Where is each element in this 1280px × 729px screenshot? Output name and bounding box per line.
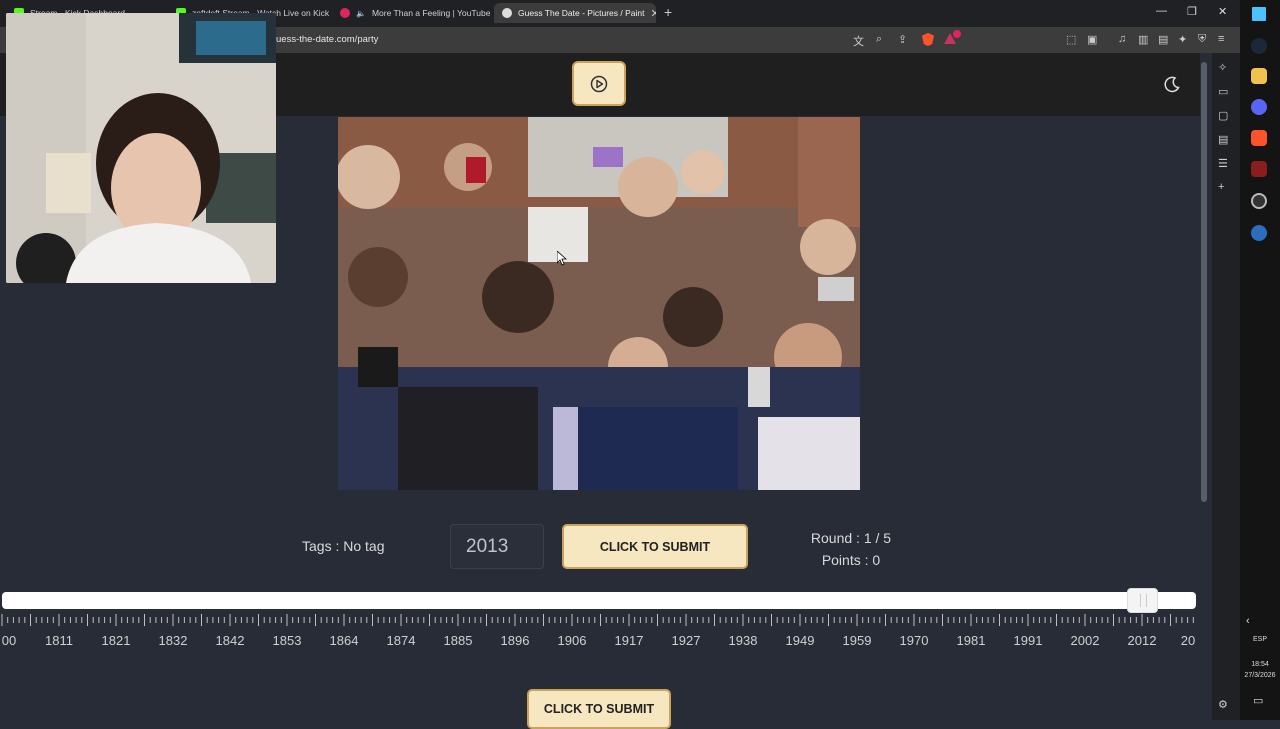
minimize-button[interactable]: — — [1156, 5, 1167, 17]
timeline-year-label: 1970 — [899, 633, 929, 648]
close-tab-icon[interactable]: ✕ — [650, 7, 656, 20]
timeline-year-label: 2002 — [1070, 633, 1100, 648]
year-slider-thumb[interactable] — [1127, 588, 1158, 613]
timeline-year-label: 1927 — [671, 633, 701, 648]
timeline-year-label: 1811 — [45, 633, 73, 648]
taskbar-time[interactable]: 18:54 — [1240, 661, 1280, 668]
scrollbar-thumb[interactable] — [1201, 62, 1207, 502]
guess-photo — [338, 117, 860, 490]
wallet-panel-icon[interactable]: ▢ — [1218, 109, 1228, 122]
windows-start-icon[interactable] — [1252, 7, 1266, 21]
timeline-year-label: 1832 — [158, 633, 188, 648]
timeline-year-label: 2012 — [1127, 633, 1157, 648]
timeline-year-label: 1917 — [614, 633, 644, 648]
tab-guess-the-date[interactable]: Guess The Date - Pictures / Paint ✕ — [494, 3, 656, 23]
timeline-year-label: 1853 — [272, 633, 302, 648]
wallet-icon[interactable]: ▤ — [1158, 33, 1168, 46]
tab-title: More Than a Feeling | YouTube M — [371, 8, 492, 18]
timeline-year-label: 1991 — [1013, 633, 1043, 648]
brave-shields-icon[interactable] — [922, 33, 934, 46]
notifications-icon[interactable]: ▭ — [1253, 694, 1263, 707]
keyboard-language[interactable]: ESP — [1240, 636, 1280, 643]
timeline-year-label: 1874 — [386, 633, 416, 648]
timeline-year-label: 1864 — [329, 633, 359, 648]
bottom-submit-button[interactable]: CLICK TO SUBMIT — [527, 689, 671, 729]
reading-list-icon[interactable]: ☰ — [1218, 157, 1228, 170]
voicemeeter-icon[interactable] — [1251, 161, 1267, 177]
timeline-year-label: 1896 — [500, 633, 530, 648]
timeline-year-label: 1949 — [785, 633, 815, 648]
year-slider-track[interactable] — [2, 592, 1196, 609]
round-info: Round : 1 / 5 Points : 0 — [790, 527, 912, 571]
extensions-icon[interactable]: ⬚ — [1066, 33, 1076, 46]
zoom-icon[interactable]: ⌕ — [876, 33, 882, 46]
tags-label: Tags : No tag — [302, 538, 385, 554]
timeline-year-label: 1938 — [728, 633, 758, 648]
chevron-left-icon[interactable]: ‹ — [1246, 615, 1250, 627]
steam-app-icon[interactable] — [1251, 225, 1267, 241]
taskbar-date[interactable]: 27/3/2026 — [1240, 672, 1280, 679]
speaker-icon: 🔈 — [356, 8, 366, 18]
points-counter: Points : 0 — [821, 552, 881, 568]
obs-icon[interactable] — [1251, 193, 1267, 209]
timeline-year-label: 1981 — [956, 633, 986, 648]
translate-icon[interactable]: 文 — [853, 33, 864, 49]
file-explorer-icon[interactable] — [1251, 68, 1267, 84]
sidebar-icon[interactable]: ▥ — [1138, 33, 1148, 46]
timeline-year-label: 00 — [1, 633, 17, 648]
dark-mode-moon-icon[interactable] — [1163, 75, 1181, 93]
reading-mode-icon[interactable]: ▭ — [1218, 85, 1228, 98]
youtube-music-icon — [340, 8, 350, 18]
play-circle-icon — [590, 75, 608, 92]
steam-icon[interactable] — [1251, 38, 1267, 54]
new-tab-button[interactable]: + — [664, 4, 672, 20]
screenshot-icon[interactable]: ▣ — [1087, 33, 1097, 46]
tab-title: Guess The Date - Pictures / Paint — [518, 8, 645, 18]
settings-gear-icon[interactable]: ⚙ — [1218, 698, 1228, 711]
timeline-year-label: 20 — [1180, 633, 1196, 648]
webcam-overlay — [6, 13, 276, 283]
restore-button[interactable]: ❐ — [1187, 5, 1197, 18]
menu-icon[interactable]: ≡ — [1218, 33, 1224, 45]
add-panel-icon[interactable]: + — [1218, 181, 1224, 193]
url-field[interactable]: uess-the-date.com/party — [276, 34, 378, 45]
leo-ai-icon[interactable]: ✧ — [1218, 61, 1227, 74]
play-button[interactable] — [572, 61, 626, 106]
timeline-ticks — [1, 614, 1194, 626]
tab-youtube-music[interactable]: 🔈 More Than a Feeling | YouTube M — [332, 3, 492, 23]
timeline-year-label: 1906 — [557, 633, 587, 648]
leo-icon[interactable]: ✦ — [1178, 33, 1187, 46]
timeline-year-label: 1842 — [215, 633, 245, 648]
timeline-year-label: 1885 — [443, 633, 473, 648]
timeline-year-label: 1821 — [101, 633, 131, 648]
discord-icon[interactable] — [1251, 99, 1267, 115]
round-counter: Round : 1 / 5 — [810, 530, 892, 546]
mouse-cursor-icon — [557, 251, 567, 266]
timeline-year-label: 1959 — [842, 633, 872, 648]
submit-button[interactable]: CLICK TO SUBMIT — [562, 524, 748, 569]
brave-taskbar-icon[interactable] — [1251, 130, 1267, 146]
browser-side-panel: ✧ ▭ ▢ ▤ ☰ + ⚙ — [1212, 53, 1240, 720]
bookmarks-icon[interactable]: ▤ — [1218, 133, 1228, 146]
share-icon[interactable]: ⇪ — [898, 33, 907, 46]
window-close-button[interactable]: ✕ — [1218, 5, 1227, 18]
year-input[interactable] — [450, 524, 544, 569]
vpn-icon[interactable]: ⛨ — [1198, 33, 1206, 46]
notification-badge — [953, 30, 961, 38]
music-icon[interactable]: ♫ — [1118, 33, 1126, 45]
globe-icon — [502, 8, 512, 18]
